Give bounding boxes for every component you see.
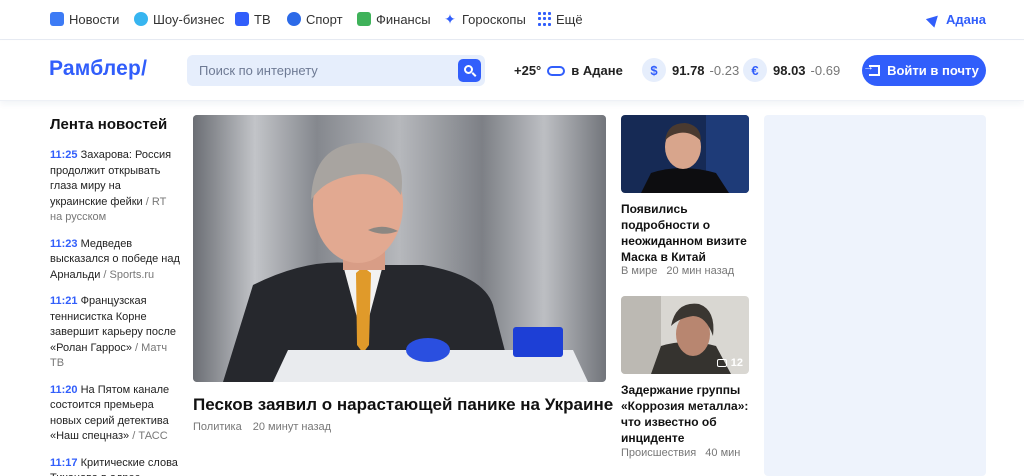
- usd-change: -0.23: [709, 62, 740, 78]
- side-story-time: 40 мин: [705, 447, 741, 459]
- horoscope-icon: ✦: [444, 11, 456, 27]
- side-story-photo[interactable]: [621, 115, 749, 193]
- nav-item-showbiz[interactable]: Шоу-бизнес: [134, 10, 224, 28]
- peskov-photo: [193, 115, 606, 382]
- main-story-time: 20 минут назад: [252, 421, 332, 433]
- eur-value: 98.03: [773, 62, 806, 78]
- usd-value: 91.78: [672, 62, 705, 78]
- feed-time: 11:17: [50, 456, 78, 469]
- news-icon: [50, 12, 64, 26]
- side-story-title[interactable]: Появились подробности о неожиданном визи…: [621, 201, 751, 265]
- nav-item-label: Новости: [69, 11, 120, 27]
- weather-temp: +25°: [514, 63, 542, 78]
- comment-icon: [716, 359, 727, 367]
- side-story-time: 20 мин назад: [666, 265, 735, 277]
- nav-item-label: Гороскопы: [462, 11, 526, 27]
- nav-item-news[interactable]: Новости: [50, 10, 119, 28]
- side-story-meta: Происшествия 40 мин: [621, 447, 740, 459]
- euro-icon: €: [743, 58, 767, 82]
- location-arrow-icon: [925, 10, 943, 28]
- login-mail-label: Войти в почту: [887, 63, 979, 78]
- nav-item-finance[interactable]: Финансы: [357, 10, 431, 28]
- feed-source: / Sports.ru: [103, 268, 155, 281]
- rambler-logo[interactable]: Рамблер/: [49, 57, 147, 81]
- nav-item-tv[interactable]: ТВ: [235, 10, 271, 28]
- nav-item-label: Финансы: [376, 11, 431, 27]
- feed-time: 11:25: [50, 149, 78, 161]
- search-bar: [187, 55, 485, 86]
- feed-time: 11:21: [50, 295, 78, 307]
- feed-item[interactable]: 11:25 Захарова: Россия продолжит открыва…: [50, 148, 180, 226]
- feed-time: 11:20: [50, 383, 78, 396]
- eur-rate[interactable]: € 98.03 -0.69: [743, 58, 840, 82]
- weather-widget[interactable]: +25° в Адане: [514, 63, 623, 78]
- side-story-category[interactable]: В мире: [621, 265, 657, 277]
- eur-change: -0.69: [810, 62, 841, 78]
- comments-count-value: 12: [730, 357, 743, 369]
- feed-item[interactable]: 11:20 На Пятом канале состоится премьера…: [50, 383, 180, 445]
- feed-title: Лента новостей: [50, 116, 168, 133]
- header: Рамблер/ +25° в Адане $ 91.78 -0.23 € 98…: [0, 41, 1024, 101]
- tv-icon: [235, 12, 249, 26]
- usd-rate[interactable]: $ 91.78 -0.23: [642, 58, 739, 82]
- side-story-title[interactable]: Задержание группы «Коррозия металла»: чт…: [621, 382, 751, 446]
- dollar-icon: $: [642, 58, 666, 82]
- top-nav: Новости Шоу-бизнес ТВ Спорт Финансы ✦ Го…: [0, 0, 1024, 40]
- finance-icon: [357, 12, 371, 26]
- nav-item-label: Шоу-бизнес: [153, 11, 225, 27]
- nav-item-sport[interactable]: Спорт: [287, 10, 343, 28]
- news-feed: 11:25 Захарова: Россия продолжит открыва…: [50, 148, 180, 476]
- feed-item[interactable]: 11:17 Критические слова Тихонова в адрес: [50, 456, 180, 476]
- nav-item-label: ТВ: [254, 11, 271, 27]
- comments-count[interactable]: 12: [716, 357, 743, 369]
- showbiz-icon: [134, 12, 148, 26]
- feed-time: 11:23: [50, 237, 78, 250]
- search-icon: [464, 65, 473, 74]
- city-label: Адана: [946, 11, 986, 27]
- main-story-meta: Политика 20 минут назад: [193, 421, 331, 433]
- login-mail-button[interactable]: Войти в почту: [862, 55, 986, 86]
- search-button[interactable]: [458, 59, 481, 82]
- side-story-photo[interactable]: 12: [621, 296, 749, 374]
- side-story-meta: В мире 20 мин назад: [621, 265, 734, 277]
- ad-placeholder: [764, 115, 986, 476]
- feed-source: / ТАСС: [132, 430, 168, 442]
- nav-item-more[interactable]: Ещё: [538, 10, 583, 28]
- cloud-icon: [547, 65, 566, 76]
- feed-item[interactable]: 11:21 Французская теннисистка Корне заве…: [50, 294, 180, 372]
- sport-icon: [287, 12, 301, 26]
- nav-item-label: Спорт: [306, 11, 343, 27]
- main-story-title[interactable]: Песков заявил о нарастающей панике на Ук…: [193, 395, 613, 415]
- grid-icon: [538, 12, 551, 26]
- main-story-photo[interactable]: [193, 115, 606, 382]
- feed-item[interactable]: 11:23 Медведев высказался о победе над А…: [50, 237, 180, 284]
- nav-item-label: Ещё: [556, 11, 583, 27]
- main-story-category[interactable]: Политика: [193, 421, 242, 433]
- musk-photo: [621, 115, 749, 193]
- city-selector[interactable]: Адана: [925, 10, 986, 28]
- weather-city: в Адане: [571, 63, 623, 78]
- search-input[interactable]: [187, 55, 455, 86]
- nav-item-horoscope[interactable]: ✦ Гороскопы: [443, 10, 526, 28]
- login-icon: [863, 61, 881, 76]
- side-story-category[interactable]: Происшествия: [621, 447, 696, 459]
